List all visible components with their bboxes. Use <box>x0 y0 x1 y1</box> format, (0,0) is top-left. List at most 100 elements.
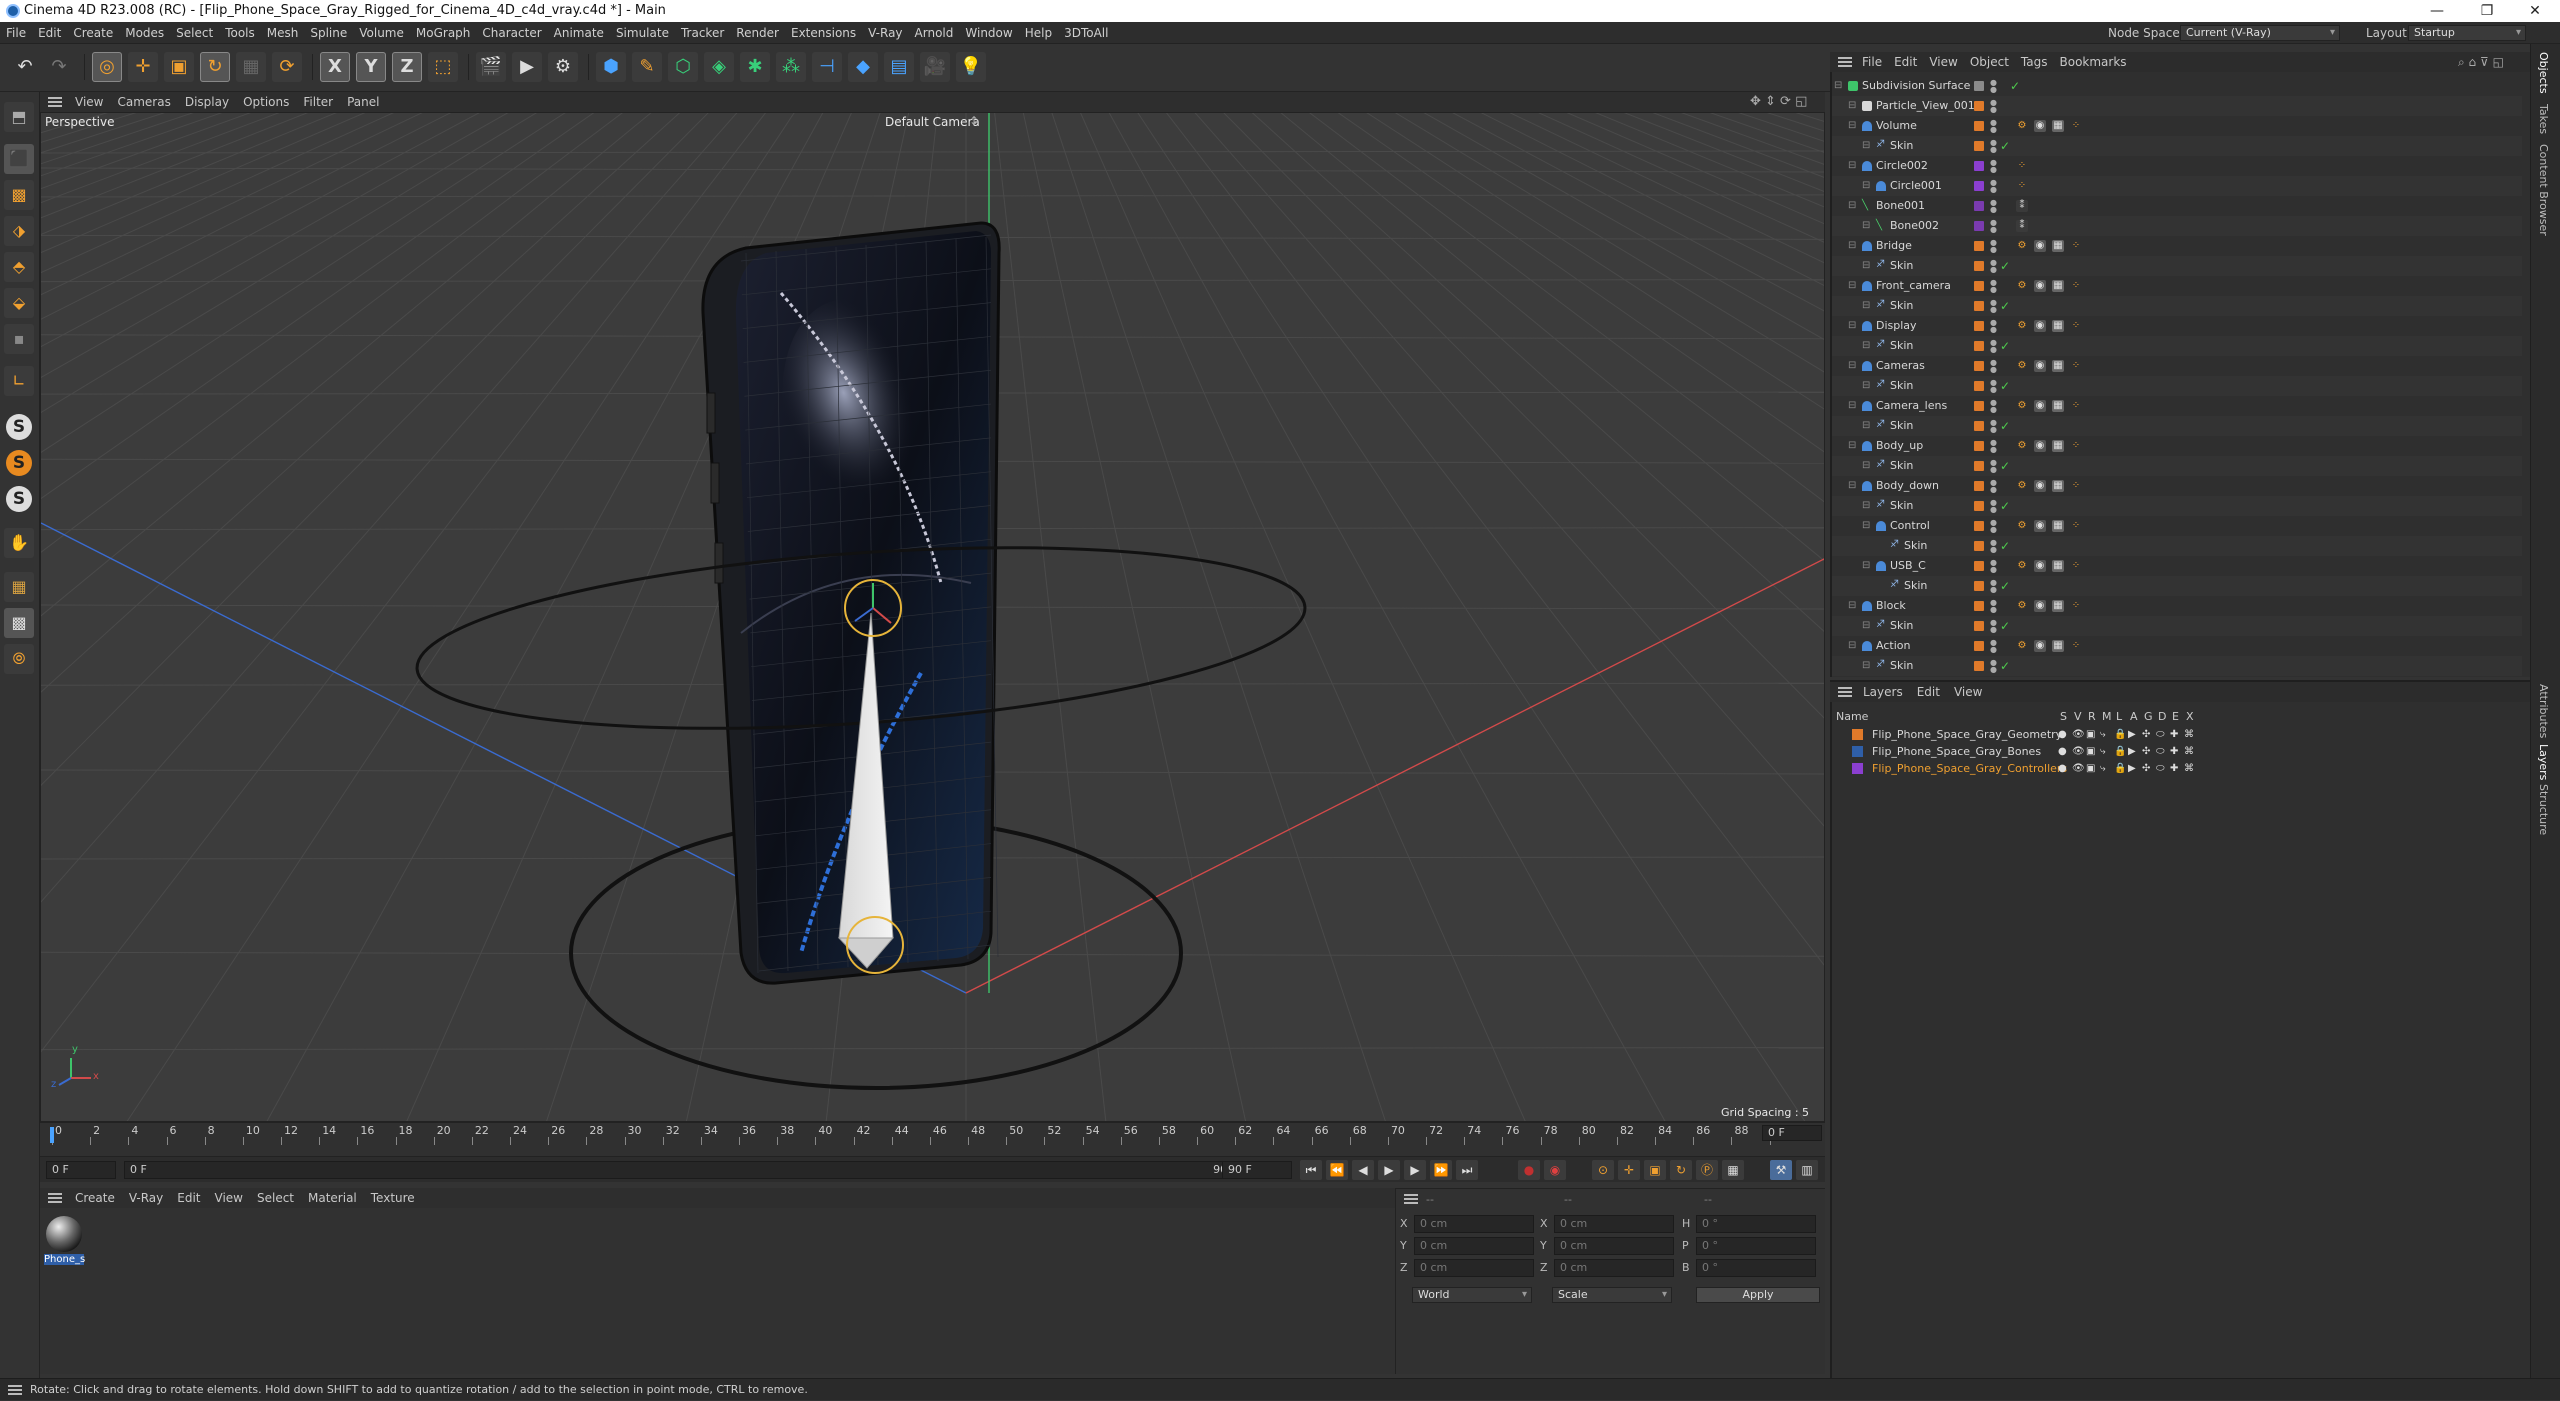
key-position-icon[interactable]: ⊙ <box>1592 1160 1614 1180</box>
visibility-dots-icon[interactable]: ● ● <box>1990 279 1997 294</box>
layer-flag-toggle-icon[interactable]: ✚ <box>2170 760 2178 777</box>
fcurve-icon[interactable]: ▥ <box>1796 1160 1818 1180</box>
visibility-dots-icon[interactable]: ● ● <box>1990 259 1997 274</box>
object-tag-icon[interactable]: ▦ <box>2052 120 2064 132</box>
make-editable-icon[interactable]: ⬒ <box>4 102 34 132</box>
material-menu-texture[interactable]: Texture <box>364 1188 422 1208</box>
recent-tools-icon[interactable]: ▦ <box>236 52 266 82</box>
visibility-dots-icon[interactable]: ● ● <box>1990 639 1997 654</box>
expand-toggle-icon[interactable]: ⊟ <box>1862 416 1870 436</box>
layer-flag-toggle-icon[interactable]: ● <box>2058 726 2067 743</box>
material-swatch[interactable]: Phone_s <box>44 1214 85 1270</box>
layout-dropdown[interactable]: Startup <box>2408 25 2526 41</box>
layer-flag-toggle-icon[interactable]: ⤷ <box>2100 760 2106 777</box>
expand-toggle-icon[interactable]: ⊟ <box>1848 116 1856 136</box>
object-tag-icon[interactable]: ⚙ <box>2016 360 2028 372</box>
layer-flag-toggle-icon[interactable]: ✣ <box>2142 743 2150 760</box>
layer-menu-edit[interactable]: Edit <box>1910 682 1947 702</box>
object-row-subdivision-surface[interactable]: ⊟ Subdivision Surface ● ● ✓ <box>1832 76 2522 96</box>
current-frame-field[interactable]: 0 F <box>1762 1125 1822 1141</box>
prev-key-icon[interactable]: ⏪ <box>1326 1160 1348 1180</box>
autokey-icon[interactable]: ◉ <box>1544 1160 1566 1180</box>
visibility-dots-icon[interactable]: ● ● <box>1990 579 1997 594</box>
object-menu-tags[interactable]: Tags <box>2015 52 2054 72</box>
object-tag-icon[interactable]: ⁘ <box>2070 520 2082 532</box>
object-row-skin[interactable]: ⊟ ♐ Skin ● ● ✓ <box>1832 456 2522 476</box>
menu-create[interactable]: Create <box>67 22 119 44</box>
object-row-skin[interactable]: ⊟ ♐ Skin ● ● ✓ <box>1832 256 2522 276</box>
expand-toggle-icon[interactable]: ⊟ <box>1848 636 1856 656</box>
viewport-menu-cameras[interactable]: Cameras <box>110 92 177 112</box>
mograph-icon[interactable]: ⁂ <box>776 52 806 82</box>
coord-value-field[interactable]: 0 ° <box>1696 1215 1816 1233</box>
object-tag-icon[interactable]: ▦ <box>2052 400 2064 412</box>
object-tag-icon[interactable]: ⚙ <box>2016 640 2028 652</box>
visibility-dots-icon[interactable]: ● ● <box>1990 239 1997 254</box>
edges-mode-icon[interactable]: ⬘ <box>4 252 34 282</box>
prev-frame-icon[interactable]: ◀ <box>1352 1160 1374 1180</box>
object-row-skin[interactable]: ♐ Skin ● ● ✓ <box>1832 576 2522 596</box>
visibility-dots-icon[interactable]: ● ● <box>1990 179 1997 194</box>
z-axis-icon[interactable]: Z <box>392 52 422 82</box>
menu-mograph[interactable]: MoGraph <box>410 22 477 44</box>
enabled-check-icon[interactable]: ✓ <box>2000 616 2010 636</box>
end-frame-field[interactable]: 90 F <box>1222 1161 1292 1179</box>
expand-toggle-icon[interactable]: ⊟ <box>1834 76 1842 96</box>
subdivision-icon[interactable]: ⬡ <box>668 52 698 82</box>
expand-toggle-icon[interactable]: ⊟ <box>1862 176 1870 196</box>
material-menu-edit[interactable]: Edit <box>170 1188 207 1208</box>
object-tag-icon[interactable]: ▦ <box>2052 360 2064 372</box>
menu-help[interactable]: Help <box>1019 22 1058 44</box>
layer-flag-toggle-icon[interactable]: ⬭ <box>2156 743 2165 760</box>
menu-arnold[interactable]: Arnold <box>909 22 960 44</box>
menu-window[interactable]: Window <box>959 22 1018 44</box>
object-row-action[interactable]: ⊟ Action ● ● ⚙ ◉ ▦ ⁘ <box>1832 636 2522 656</box>
layer-flag-toggle-icon[interactable]: ⌘ <box>2184 743 2194 760</box>
viewport-nav-icon[interactable]: ✥ ⇕ ⟳ ◱ <box>1750 92 1807 112</box>
enabled-check-icon[interactable]: ✓ <box>2010 76 2020 96</box>
start-frame-field[interactable]: 0 F <box>46 1161 116 1179</box>
cube-icon[interactable]: ⬢ <box>596 52 626 82</box>
visibility-dots-icon[interactable]: ● ● <box>1990 539 1997 554</box>
visibility-dots-icon[interactable]: ● ● <box>1990 299 1997 314</box>
visibility-dots-icon[interactable]: ● ● <box>1990 399 1997 414</box>
enabled-check-icon[interactable]: ✓ <box>2000 576 2010 596</box>
viewport-menu-display[interactable]: Display <box>178 92 236 112</box>
expand-toggle-icon[interactable]: ⊟ <box>1862 556 1870 576</box>
close-button[interactable]: ✕ <box>2512 0 2558 22</box>
layer-flag-toggle-icon[interactable]: ⌘ <box>2184 760 2194 777</box>
object-tag-icon[interactable]: ▦ <box>2052 560 2064 572</box>
object-tag-icon[interactable]: ⁘ <box>2070 480 2082 492</box>
enabled-check-icon[interactable]: ✓ <box>2000 336 2010 356</box>
points-mode-icon[interactable]: ⬗ <box>4 216 34 246</box>
object-row-circle001[interactable]: ⊟ Circle001 ● ● ⁘ <box>1832 176 2522 196</box>
object-tag-icon[interactable]: ▦ <box>2052 520 2064 532</box>
uv-mode-icon[interactable]: ▪ <box>4 324 34 354</box>
3d-viewport[interactable]: Perspective Default Camera ↕ Grid Spacin… <box>40 112 1825 1122</box>
menu-file[interactable]: File <box>0 22 32 44</box>
coord-space-dropdown[interactable]: World <box>1412 1287 1532 1303</box>
coord-value-field[interactable]: 0 ° <box>1696 1237 1816 1255</box>
object-hamburger-icon[interactable] <box>1838 57 1852 67</box>
goto-end-icon[interactable]: ⏭ <box>1456 1160 1478 1180</box>
layer-menu-view[interactable]: View <box>1947 682 1989 702</box>
goto-start-icon[interactable]: ⏮ <box>1300 1160 1322 1180</box>
rotate-alt-icon[interactable]: ⟳ <box>272 52 302 82</box>
x-axis-icon[interactable]: X <box>320 52 350 82</box>
object-row-cameras[interactable]: ⊟ Cameras ● ● ⚙ ◉ ▦ ⁘ <box>1832 356 2522 376</box>
object-row-bone001[interactable]: ⊟ ╲ Bone001 ● ● ⁑ <box>1832 196 2522 216</box>
object-tag-icon[interactable]: ⚙ <box>2016 240 2028 252</box>
object-tag-icon[interactable]: ⁘ <box>2016 180 2028 192</box>
model-mode-icon[interactable]: ⬛ <box>4 144 34 174</box>
layer-row[interactable]: Flip_Phone_Space_Gray_Controllers ● 👁 ▣ ⤷ 🔒 ▶ ✣… <box>1832 760 2522 777</box>
object-tag-icon[interactable]: ◉ <box>2034 440 2046 452</box>
object-tag-icon[interactable]: ⁘ <box>2016 160 2028 172</box>
object-row-skin[interactable]: ⊟ ♐ Skin ● ● ✓ <box>1832 376 2522 396</box>
object-tag-icon[interactable]: ▦ <box>2052 600 2064 612</box>
preview-range-slider[interactable]: 0 F 90 F <box>124 1161 1244 1179</box>
side-tab-objects[interactable]: Objects <box>2537 52 2550 94</box>
coord-value-field[interactable]: 0 ° <box>1696 1259 1816 1277</box>
layer-menu-layers[interactable]: Layers <box>1856 682 1910 702</box>
restore-button[interactable]: ❐ <box>2464 0 2510 22</box>
object-tag-icon[interactable]: ⚙ <box>2016 120 2028 132</box>
